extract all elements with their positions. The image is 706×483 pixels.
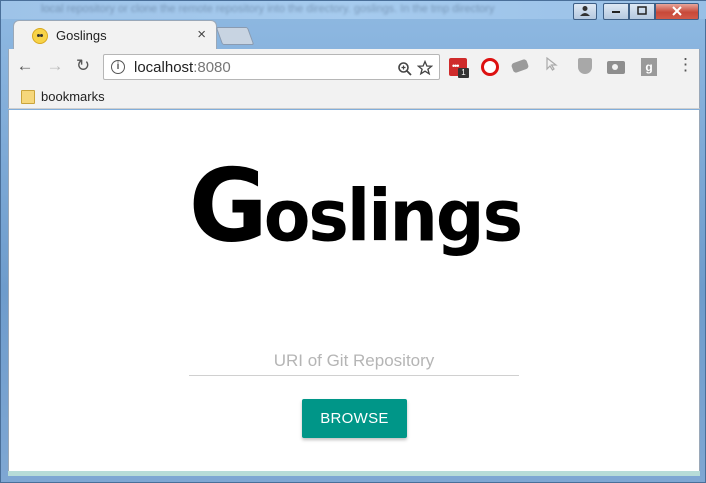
user-icon	[579, 5, 591, 19]
git-repository-uri-input[interactable]	[189, 346, 519, 376]
logo-rest: oslings	[263, 175, 523, 259]
extension-chat-icon[interactable]: ••• 1	[449, 58, 469, 78]
page-content: Goslings BROWSE	[8, 110, 700, 472]
gosling-favicon-icon	[32, 28, 48, 44]
minimize-icon	[611, 6, 621, 17]
logo-initial: G	[188, 147, 268, 265]
tab-goslings[interactable]: Goslings ×	[13, 20, 217, 50]
bookmarks-bar: bookmarks	[8, 85, 700, 109]
reload-icon[interactable]: ↻	[73, 56, 93, 76]
menu-icon[interactable]: ⋮	[677, 55, 694, 75]
extension-shield-icon[interactable]	[578, 58, 592, 74]
browser-window: local repository or clone the remote rep…	[0, 0, 706, 483]
info-icon[interactable]: i	[111, 60, 125, 74]
url-port: :8080	[193, 59, 231, 76]
close-window-button[interactable]	[655, 3, 699, 20]
extension-cursor-icon[interactable]	[546, 56, 564, 75]
page-bottom-strip	[8, 471, 700, 476]
browser-toolbar: ← → ↻ i localhost:8080 ••• 1 g ⋮	[8, 49, 700, 85]
maximize-button[interactable]	[629, 3, 655, 20]
forward-icon[interactable]: →	[45, 56, 65, 76]
folder-icon	[21, 90, 35, 104]
bookmark-star-icon[interactable]	[416, 56, 434, 81]
maximize-icon	[637, 5, 647, 18]
profile-button[interactable]	[573, 3, 597, 20]
extension-badge: 1	[458, 68, 469, 78]
zoom-icon[interactable]	[397, 57, 413, 81]
extension-eraser-icon[interactable]	[510, 58, 530, 74]
url-text[interactable]: localhost:8080	[134, 59, 231, 76]
window-controls	[573, 3, 699, 20]
browse-button[interactable]: BROWSE	[302, 399, 407, 438]
tab-close-icon[interactable]: ×	[197, 26, 206, 43]
background-window-text: local repository or clone the remote rep…	[41, 3, 495, 15]
extension-g-icon[interactable]: g	[641, 58, 657, 76]
url-host: localhost	[134, 59, 194, 76]
extension-camera-icon[interactable]	[607, 61, 625, 74]
tab-title: Goslings	[56, 28, 107, 43]
close-icon	[672, 4, 682, 19]
back-icon[interactable]: ←	[15, 56, 35, 76]
extension-opera-icon[interactable]	[481, 58, 499, 76]
bookmarks-folder[interactable]: bookmarks	[41, 89, 105, 104]
address-bar[interactable]: i localhost:8080	[103, 54, 440, 80]
new-tab-button[interactable]	[215, 27, 255, 45]
goslings-logo: Goslings	[9, 156, 701, 259]
minimize-button[interactable]	[603, 3, 629, 20]
logo-text: Goslings	[189, 156, 523, 259]
